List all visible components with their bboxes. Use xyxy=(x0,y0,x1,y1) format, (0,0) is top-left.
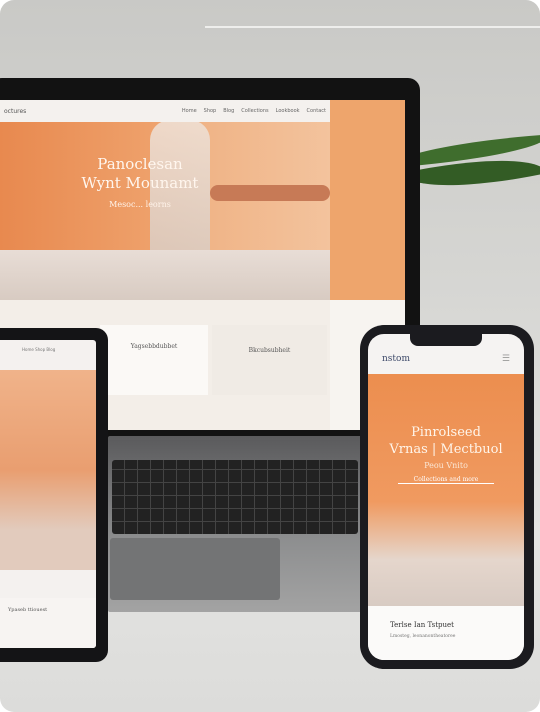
tablet-screen: Home Shop Blog Ypaseb ttiouest xyxy=(0,340,96,648)
nav-item[interactable]: Blog xyxy=(223,108,234,114)
phone-logo[interactable]: nstom xyxy=(382,354,410,364)
keyboard xyxy=(112,460,358,534)
tablet-nav: Home Shop Blog xyxy=(22,347,56,352)
hero-title-line: Wynt Mounamt xyxy=(81,174,199,192)
nav-item[interactable]: Contact xyxy=(307,108,326,114)
hamburger-icon[interactable]: ☰ xyxy=(502,354,510,364)
trackpad xyxy=(110,538,280,600)
nav-item[interactable]: Home xyxy=(182,108,197,114)
nav-item[interactable]: Collections xyxy=(241,108,268,114)
phone-hero xyxy=(368,374,524,606)
footer-subtitle: Lmosteg, leonanontheatoree xyxy=(390,634,456,639)
hero-title-line: Panoclesan xyxy=(97,155,183,173)
phone-hero-title: Pinrolseed Vrnas | Mectbuol xyxy=(368,424,524,458)
nav-item[interactable]: Shop xyxy=(204,108,217,114)
hero-subtitle: Mesoc... leorns xyxy=(109,200,171,209)
phone-footer: Terlse Ian Tstpuet Lmosteg, leonanonthea… xyxy=(368,606,524,660)
phone-nav: nstom ☰ xyxy=(368,344,524,374)
phone-hero-link[interactable]: Collections and more xyxy=(398,476,494,484)
hero-title-line: Vrnas | Mectbuol xyxy=(389,442,503,457)
hero-title-line: Pinrolseed xyxy=(411,425,481,440)
device-mockup-photo: Panoclesan Wynt Mounamt Mesoc... leorns o… xyxy=(0,0,540,712)
tablet-hero xyxy=(0,370,96,570)
hero-table xyxy=(0,250,330,300)
site-nav: octures Home Shop Blog Collections Lookb… xyxy=(0,100,330,122)
nav-item[interactable]: Lookbook xyxy=(276,108,300,114)
phone-screen: nstom ☰ Pinrolseed Vrnas | Mectbuol Peou … xyxy=(368,334,524,660)
feature-card[interactable]: Yagsebbdubbet xyxy=(100,325,208,395)
feature-card[interactable]: Bkcubsubheit xyxy=(212,325,327,395)
side-panel xyxy=(330,100,405,300)
hero-title: Panoclesan Wynt Mounamt xyxy=(40,155,240,193)
footer-title: Terlse Ian Tstpuet xyxy=(390,621,454,629)
phone-hero-subtitle: Peou Vnito xyxy=(424,461,468,470)
tablet-footer: Ypaseb ttiouest xyxy=(0,598,96,648)
wall-shelf xyxy=(205,26,540,28)
site-logo[interactable]: octures xyxy=(4,108,175,115)
phone-notch xyxy=(410,334,482,346)
